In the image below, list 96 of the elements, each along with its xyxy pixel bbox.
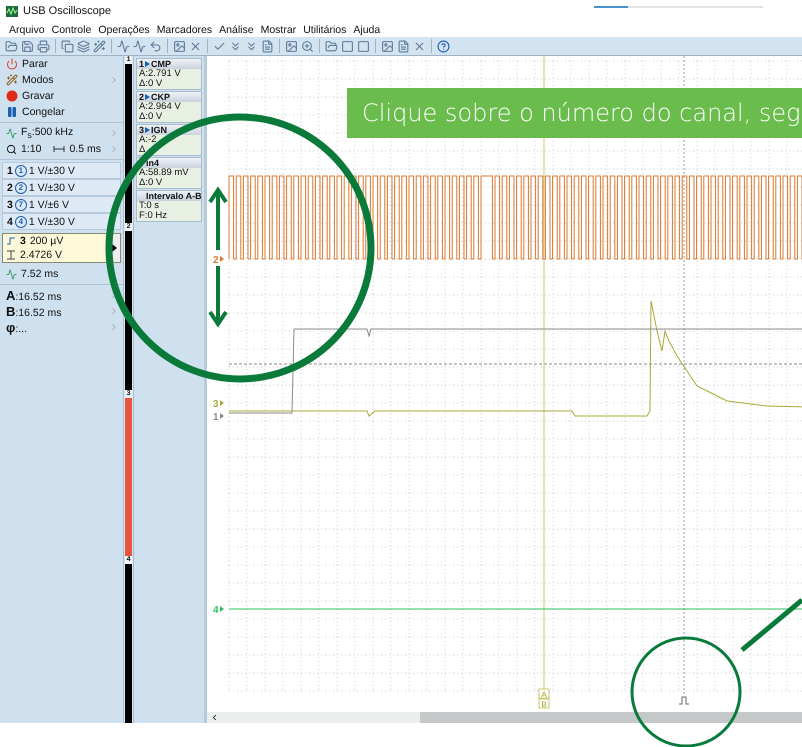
trigger-level: 200 µV xyxy=(30,235,64,247)
timebase-icon xyxy=(53,144,66,154)
channel-row[interactable]: 1 1 1 V/±30 V xyxy=(2,162,122,179)
readout-value: Δ:0 V xyxy=(137,79,201,89)
channel-row[interactable]: 3 7 1 V/±6 V xyxy=(2,196,122,213)
probe-icon: 2 xyxy=(14,182,27,194)
window-title: USB Oscilloscope xyxy=(23,5,112,17)
trigger-channel: 3 xyxy=(20,235,26,247)
readout-value: Δ:0 V xyxy=(137,178,201,188)
image-icon[interactable] xyxy=(173,40,186,52)
sine-wave-icon xyxy=(6,128,17,138)
up-arrow xyxy=(208,186,228,252)
wand-icon[interactable] xyxy=(93,40,106,52)
readout-title: in4 xyxy=(146,158,160,168)
arrow-icon xyxy=(220,606,224,612)
wand-icon xyxy=(6,74,18,86)
square-icon[interactable] xyxy=(341,40,354,52)
control-label[interactable]: Parar xyxy=(22,58,48,70)
arrow-icon xyxy=(220,256,224,262)
trigger-marker-icon xyxy=(678,696,690,704)
channel-number: 1 xyxy=(139,59,144,69)
readout-value: A:58.89 mV xyxy=(137,168,201,178)
arrow-icon xyxy=(145,127,150,133)
readout-value: A:2.964 V xyxy=(137,102,201,112)
readout-value: T:0 s xyxy=(137,201,201,211)
power-icon xyxy=(6,58,18,70)
printer-icon[interactable] xyxy=(37,40,50,52)
scroll-thumb[interactable] xyxy=(420,712,802,723)
instruction-banner: Clique sobre o número do canal, seg xyxy=(347,88,802,138)
image-icon[interactable] xyxy=(381,40,394,52)
marker-value: A:16.52 ms xyxy=(6,288,62,302)
control-label[interactable]: Gravar xyxy=(22,90,54,102)
pause-icon xyxy=(6,106,18,118)
menu-item[interactable]: Marcadores xyxy=(156,24,212,36)
trigger-ruler-icon xyxy=(6,250,16,260)
save-icon[interactable] xyxy=(21,40,34,52)
delay-value: 7.52 ms xyxy=(21,268,58,280)
waveform-icon[interactable] xyxy=(133,40,146,52)
waveform-icon[interactable] xyxy=(117,40,130,52)
marker-value: B:16.52 ms xyxy=(6,304,62,318)
trigger-value: 2.4726 V xyxy=(20,249,62,261)
square-icon[interactable] xyxy=(357,40,370,52)
delay-icon xyxy=(6,268,17,280)
arrow-icon xyxy=(145,94,150,100)
document-icon[interactable] xyxy=(261,40,274,52)
readout-title: CMP xyxy=(151,59,172,69)
readout-title: CKP xyxy=(151,92,170,102)
readout-value: Δ:0 V xyxy=(137,112,201,122)
arrow-icon xyxy=(220,413,224,419)
down-arrow xyxy=(208,264,228,328)
double-chevron-icon[interactable] xyxy=(229,40,242,52)
channel-row[interactable]: 4 4 1 V/±30 V xyxy=(2,213,122,230)
probe-icon: 4 xyxy=(14,216,27,228)
zoom-ratio: 1:10 xyxy=(21,143,42,155)
layers-icon[interactable] xyxy=(77,40,90,52)
zoom-icon[interactable] xyxy=(301,40,314,52)
document-icon[interactable] xyxy=(397,40,410,52)
folder-icon[interactable] xyxy=(325,40,338,52)
arrow-icon xyxy=(220,400,224,406)
help-icon[interactable] xyxy=(437,40,450,52)
probe-icon: 7 xyxy=(14,198,27,210)
timebase-value: 0.5 ms xyxy=(69,143,101,155)
sample-rate: F$_{s}$:500 kHz xyxy=(21,126,74,140)
check-icon[interactable] xyxy=(213,40,226,52)
play-triangle-icon xyxy=(112,244,118,252)
menu-item[interactable]: Controle xyxy=(52,24,92,36)
open-folder-icon[interactable] xyxy=(5,40,18,52)
close-icon[interactable] xyxy=(413,40,426,52)
menu-item[interactable]: Análise xyxy=(219,24,254,36)
menu-item[interactable]: Utilitários xyxy=(303,24,346,36)
search-icon xyxy=(6,144,17,154)
double-chevron-icon[interactable] xyxy=(245,40,258,52)
undo-icon[interactable] xyxy=(149,40,162,52)
app-logo-icon xyxy=(6,6,18,16)
menu-item[interactable]: Ajuda xyxy=(353,24,380,36)
control-label[interactable]: Congelar xyxy=(22,106,65,118)
close-icon[interactable] xyxy=(189,40,202,52)
readout-value: F:0 Hz xyxy=(137,211,201,221)
marker-value: φ:... xyxy=(6,320,27,334)
menu-item[interactable]: Operações xyxy=(98,24,150,36)
channel-number: 3 xyxy=(139,125,144,135)
menu-item[interactable]: Mostrar xyxy=(260,24,296,36)
image-icon[interactable] xyxy=(285,40,298,52)
probe-icon: 1 xyxy=(14,164,27,176)
trigger-edge-icon xyxy=(6,236,16,246)
channel-number: 2 xyxy=(139,92,144,102)
readout-title: IGN xyxy=(151,125,168,135)
readout-title: Intervalo A-B xyxy=(146,191,201,201)
copy-icon[interactable] xyxy=(61,40,74,52)
control-label[interactable]: Modos xyxy=(22,74,54,86)
channel-row[interactable]: 2 2 1 V/±30 V xyxy=(2,179,122,196)
arrow-icon xyxy=(145,61,150,67)
record-icon xyxy=(6,90,18,102)
menu-item[interactable]: Arquivo xyxy=(9,24,45,36)
horizontal-scrollbar[interactable] xyxy=(207,712,802,723)
readout-value: A:2.791 V xyxy=(137,69,201,79)
